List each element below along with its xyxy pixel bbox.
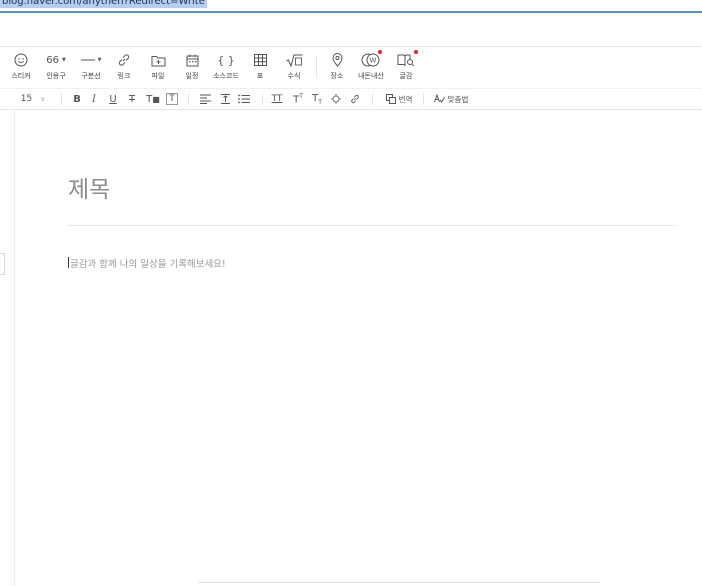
strikethrough-button[interactable]: T xyxy=(125,91,139,107)
align-button[interactable] xyxy=(198,91,212,107)
letter-spacing-icon: TT xyxy=(271,94,283,104)
link-icon xyxy=(351,94,359,104)
superscript-icon: TT xyxy=(293,92,303,106)
underline-button[interactable]: U xyxy=(106,91,120,107)
text-color-icon: T■ xyxy=(146,93,160,105)
toolbar-formula-button[interactable]: 수식 xyxy=(274,51,314,81)
insert-toolbar: 스티커 66 ▼ 인용구 ▼ 구분선 링크 파일 일정 { } 소스코드 표 수식… xyxy=(0,47,702,87)
translate-icon xyxy=(385,94,396,104)
special-char-icon xyxy=(331,94,341,104)
italic-icon: I xyxy=(92,93,96,105)
toolbar-label: 인용구 xyxy=(46,72,66,80)
text-caret xyxy=(68,257,69,268)
left-gutter-line xyxy=(14,109,15,586)
toolbar-separator xyxy=(423,93,424,105)
toolbar-label: 스티커 xyxy=(11,72,31,80)
toolbar-material-button[interactable]: 글감 xyxy=(386,50,426,81)
format-toolbar: 15 ∨ B I U T T■ T TT TT TT 번역 맞춤법 xyxy=(0,88,702,110)
post-body-input[interactable]: 글감과 함께 나의 일상을 기록해보세요! xyxy=(68,256,226,270)
svg-text:W: W xyxy=(370,57,377,65)
toolbar-label: 내돈내산 xyxy=(358,72,384,80)
toolbar-label: 글감 xyxy=(399,72,413,80)
divider-line-icon xyxy=(80,59,95,61)
file-icon xyxy=(151,55,165,66)
letter-spacing-button[interactable]: TT xyxy=(270,91,284,107)
toolbar-label: 수식 xyxy=(287,72,301,80)
title-divider xyxy=(68,225,676,226)
sticker-icon xyxy=(14,53,28,67)
toolbar-quote-button[interactable]: 66 ▼ 인용구 xyxy=(36,51,76,81)
post-title-input[interactable]: 제목 xyxy=(68,170,110,204)
body-placeholder: 글감과 함께 나의 일상을 기록해보세요! xyxy=(70,259,226,270)
text-link-button[interactable] xyxy=(348,91,362,107)
subscript-icon: TT xyxy=(312,92,322,106)
notification-dot xyxy=(414,50,418,54)
toolbar-naedon-button[interactable]: W 내돈내산 xyxy=(351,50,391,81)
toolbar-separator xyxy=(262,93,263,105)
formula-icon xyxy=(285,54,302,67)
table-icon xyxy=(253,54,267,66)
url-text: blog.naver.com/anythen?Redirect=Write xyxy=(0,0,207,8)
line-height-button[interactable] xyxy=(218,91,232,107)
spellcheck-button[interactable]: 맞춤법 xyxy=(431,91,471,107)
strikethrough-icon: T xyxy=(128,93,136,105)
line-height-icon xyxy=(220,94,230,104)
naedon-icon: W xyxy=(361,53,380,67)
notification-dot xyxy=(378,50,382,54)
align-left-icon xyxy=(199,94,211,104)
font-size-select[interactable]: 15 ∨ xyxy=(16,91,50,107)
text-background-icon: T xyxy=(166,93,178,105)
font-size-value: 15 xyxy=(20,94,33,104)
underline-icon: U xyxy=(109,93,117,105)
list-button[interactable] xyxy=(237,91,251,107)
toolbar-separator xyxy=(188,93,189,105)
spellcheck-icon xyxy=(433,94,445,103)
subscript-button[interactable]: TT xyxy=(310,91,324,107)
translate-label: 번역 xyxy=(398,94,413,104)
chevron-down-icon: ▼ xyxy=(97,57,102,63)
superscript-button[interactable]: TT xyxy=(291,91,305,107)
spellcheck-label: 맞춤법 xyxy=(447,94,469,104)
side-panel-toggle[interactable] xyxy=(0,253,5,275)
editor-header-area xyxy=(0,13,702,47)
bold-button[interactable]: B xyxy=(70,91,84,107)
address-bar[interactable]: blog.naver.com/anythen?Redirect=Write xyxy=(0,0,702,13)
link-icon xyxy=(118,54,130,66)
toolbar-separator xyxy=(372,93,373,105)
text-background-button[interactable]: T xyxy=(165,91,179,107)
italic-button[interactable]: I xyxy=(87,91,101,107)
toolbar-sticker-button[interactable]: 스티커 xyxy=(1,51,41,81)
place-pin-icon xyxy=(331,53,343,67)
toolbar-separator xyxy=(61,93,62,105)
material-book-icon xyxy=(397,54,415,67)
chevron-down-icon: ∨ xyxy=(40,95,46,103)
quote-icon: 66 xyxy=(46,54,59,66)
chevron-down-icon: ▼ xyxy=(61,57,66,63)
bold-icon: B xyxy=(73,93,81,105)
bottom-edge-line xyxy=(198,582,600,583)
list-icon xyxy=(238,94,250,104)
special-char-button[interactable] xyxy=(329,91,343,107)
translate-button[interactable]: 번역 xyxy=(381,91,417,107)
calendar-icon xyxy=(186,54,198,66)
text-color-button[interactable]: T■ xyxy=(144,91,162,107)
source-code-icon: { } xyxy=(217,53,235,67)
